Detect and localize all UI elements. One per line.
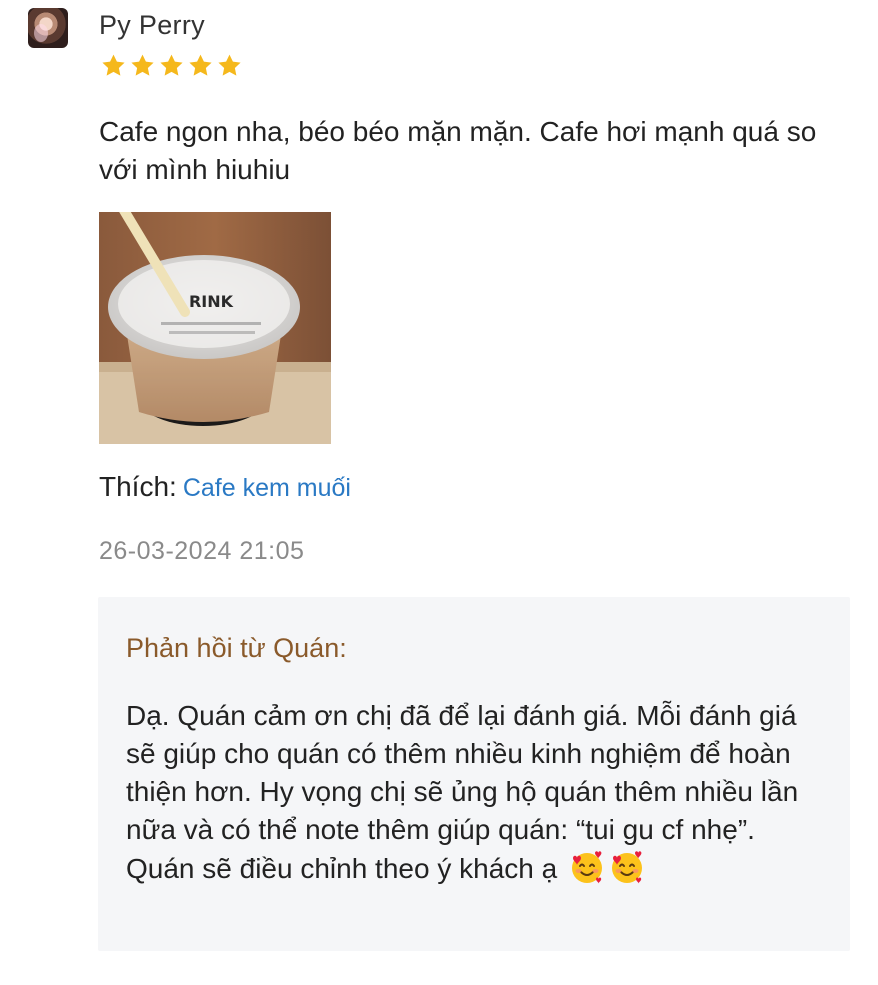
smiling-face-with-hearts-icon [611,851,642,884]
smiling-face-with-hearts-icon [571,851,602,884]
star-icon [189,54,212,76]
review-card: Py Perry Cafe ngon nha, béo béo mặn mặn.… [0,0,878,985]
review-comment: Cafe ngon nha, béo béo mặn mặn. Cafe hơi… [99,116,817,185]
avatar[interactable] [28,8,68,48]
star-icon [131,54,154,76]
star-icon [218,54,241,76]
review-photo[interactable]: RINK [99,212,331,444]
review-timestamp: 26-03-2024 21:05 [99,537,305,565]
star-icon [102,54,125,76]
liked-label: Thích: [99,471,177,502]
reply-text: Dạ. Quán cảm ơn chị đã để lại đánh giá. … [126,700,799,884]
coffee-cup-photo: RINK [99,212,331,444]
star-icon [160,54,183,76]
reply-title: Phản hồi từ Quán: [126,633,347,663]
star-rating [99,52,244,80]
liked-dishes: Thích: Cafe kem muối [99,468,351,507]
shop-reply: Phản hồi từ Quán: Dạ. Quán cảm ơn chị đã… [98,597,850,951]
cup-logo-text: RINK [189,292,234,311]
liked-dish-link[interactable]: Cafe kem muối [183,474,351,502]
reply-text-block: Dạ. Quán cảm ơn chị đã để lại đánh giá. … [126,697,816,888]
user-name[interactable]: Py Perry [99,8,205,42]
